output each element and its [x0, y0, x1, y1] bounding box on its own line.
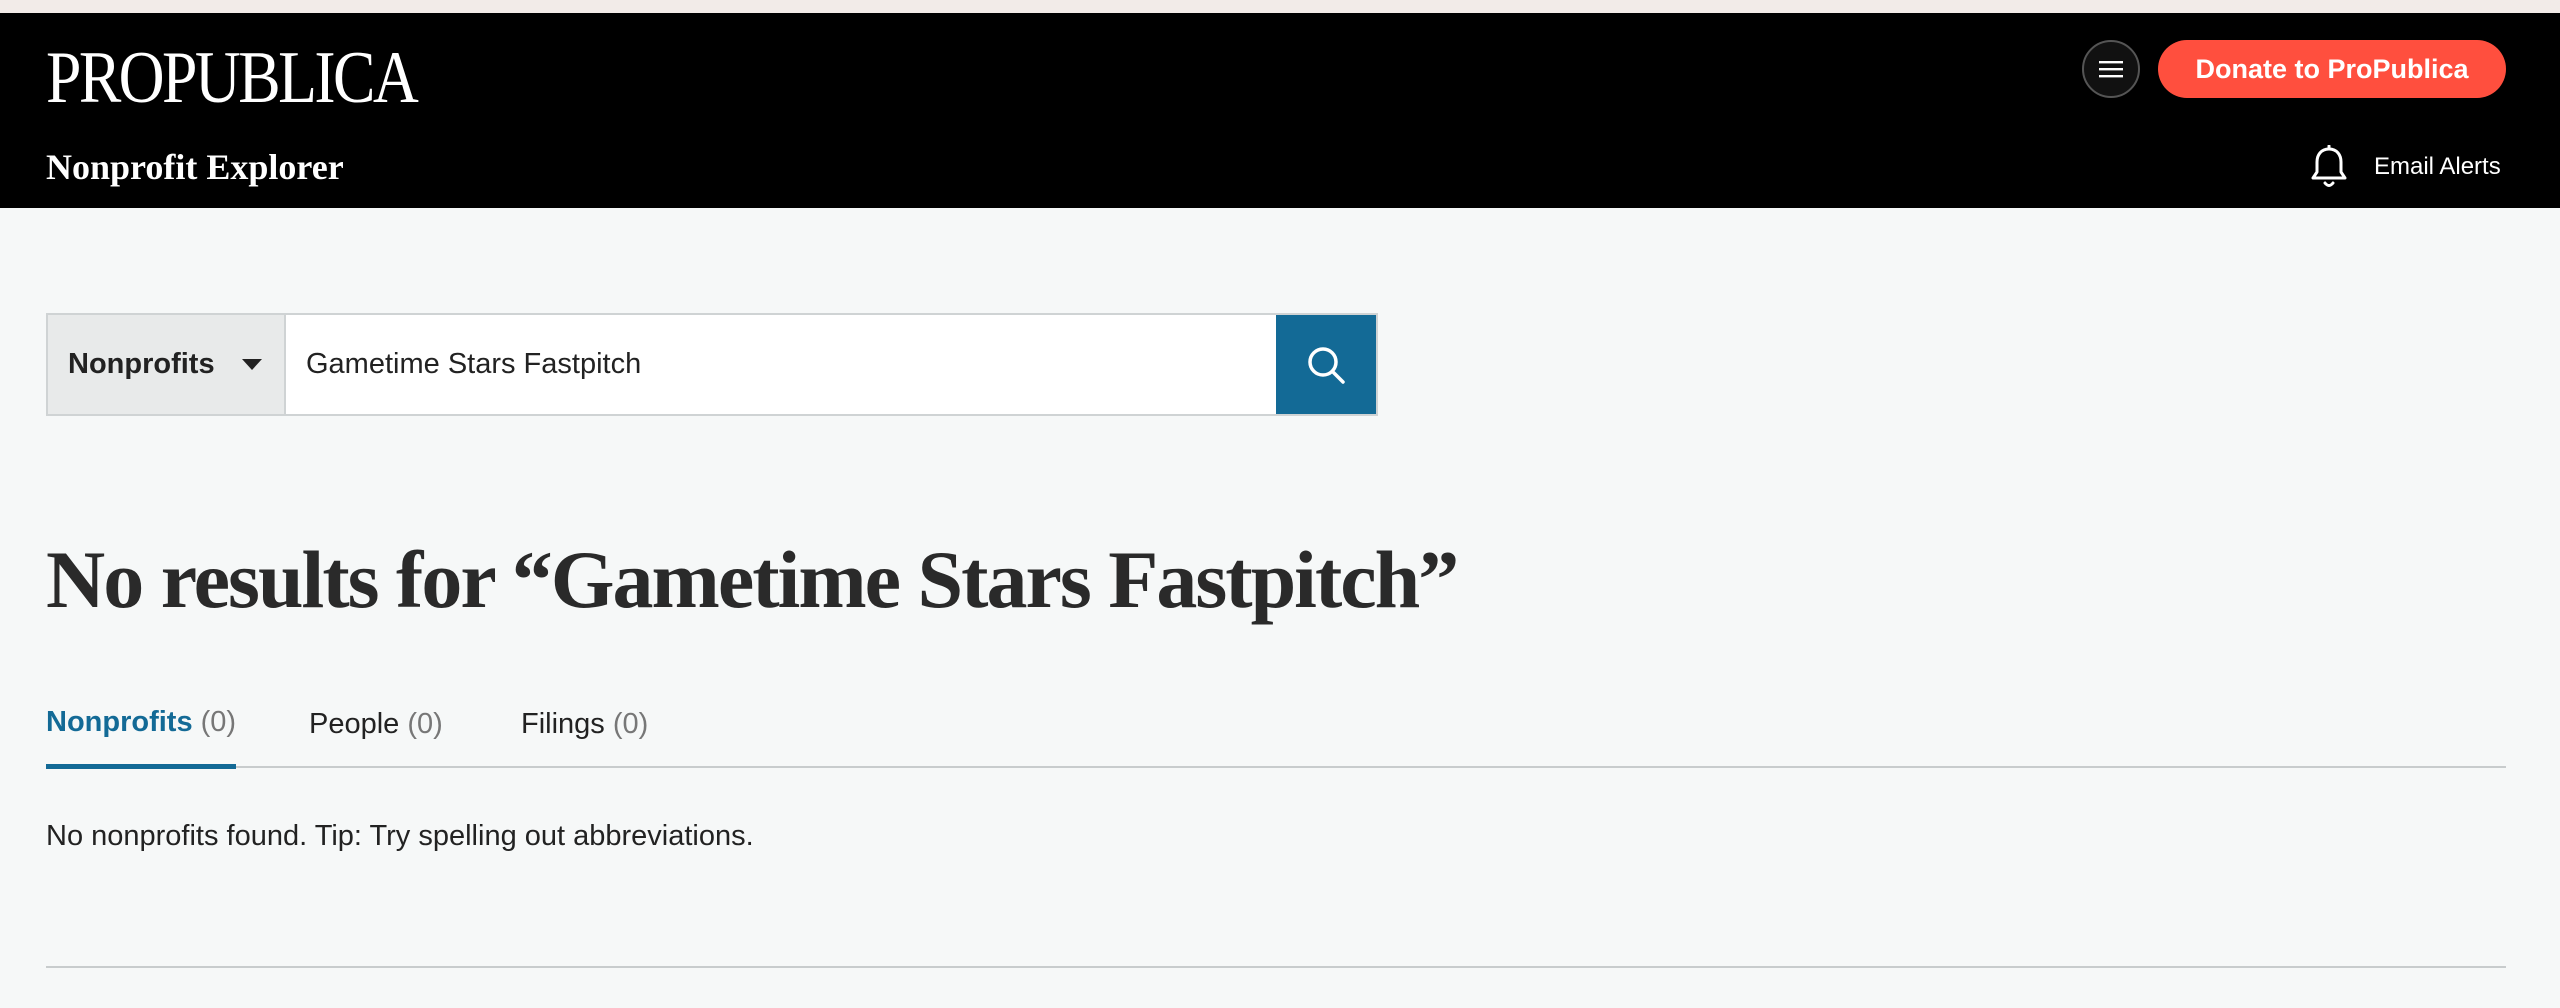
- email-alerts-link[interactable]: Email Alerts: [2310, 145, 2501, 189]
- results-heading: No results for “Gametime Stars Fastpitch…: [46, 534, 1459, 625]
- tab-nonprofits[interactable]: Nonprofits (0): [46, 690, 237, 769]
- search-icon: [1308, 346, 1345, 384]
- menu-button[interactable]: [2082, 40, 2140, 98]
- tab-count: (0): [200, 705, 237, 738]
- hamburger-icon: [2099, 61, 2123, 78]
- search-category-label: Nonprofits: [68, 348, 215, 380]
- tab-people[interactable]: People (0): [309, 690, 443, 768]
- tab-label: Filings: [521, 707, 605, 740]
- donate-button[interactable]: Donate to ProPublica: [2158, 40, 2506, 98]
- propublica-logo[interactable]: PROPUBLICA: [46, 33, 419, 123]
- search-input[interactable]: [286, 315, 1276, 414]
- site-header: PROPUBLICA Nonprofit Explorer Donate to …: [0, 13, 2560, 208]
- no-results-message: No nonprofits found. Tip: Try spelling o…: [46, 820, 754, 852]
- results-tabs: Nonprofits (0) People (0) Filings (0): [46, 690, 2506, 769]
- tab-label: Nonprofits: [46, 705, 193, 738]
- email-alerts-label: Email Alerts: [2374, 153, 2501, 180]
- divider: [46, 966, 2506, 968]
- bell-icon: [2311, 145, 2347, 187]
- chevron-down-icon: [242, 359, 262, 370]
- search-category-select[interactable]: Nonprofits: [48, 315, 286, 414]
- nonprofit-explorer-title[interactable]: Nonprofit Explorer: [46, 143, 344, 191]
- tab-filings[interactable]: Filings (0): [521, 690, 648, 768]
- tab-count: (0): [612, 707, 649, 740]
- top-strip: [0, 0, 2560, 13]
- search-button[interactable]: [1276, 315, 1376, 414]
- search-bar: Nonprofits: [46, 313, 1378, 416]
- tab-label: People: [309, 707, 400, 740]
- tab-count: (0): [407, 707, 443, 740]
